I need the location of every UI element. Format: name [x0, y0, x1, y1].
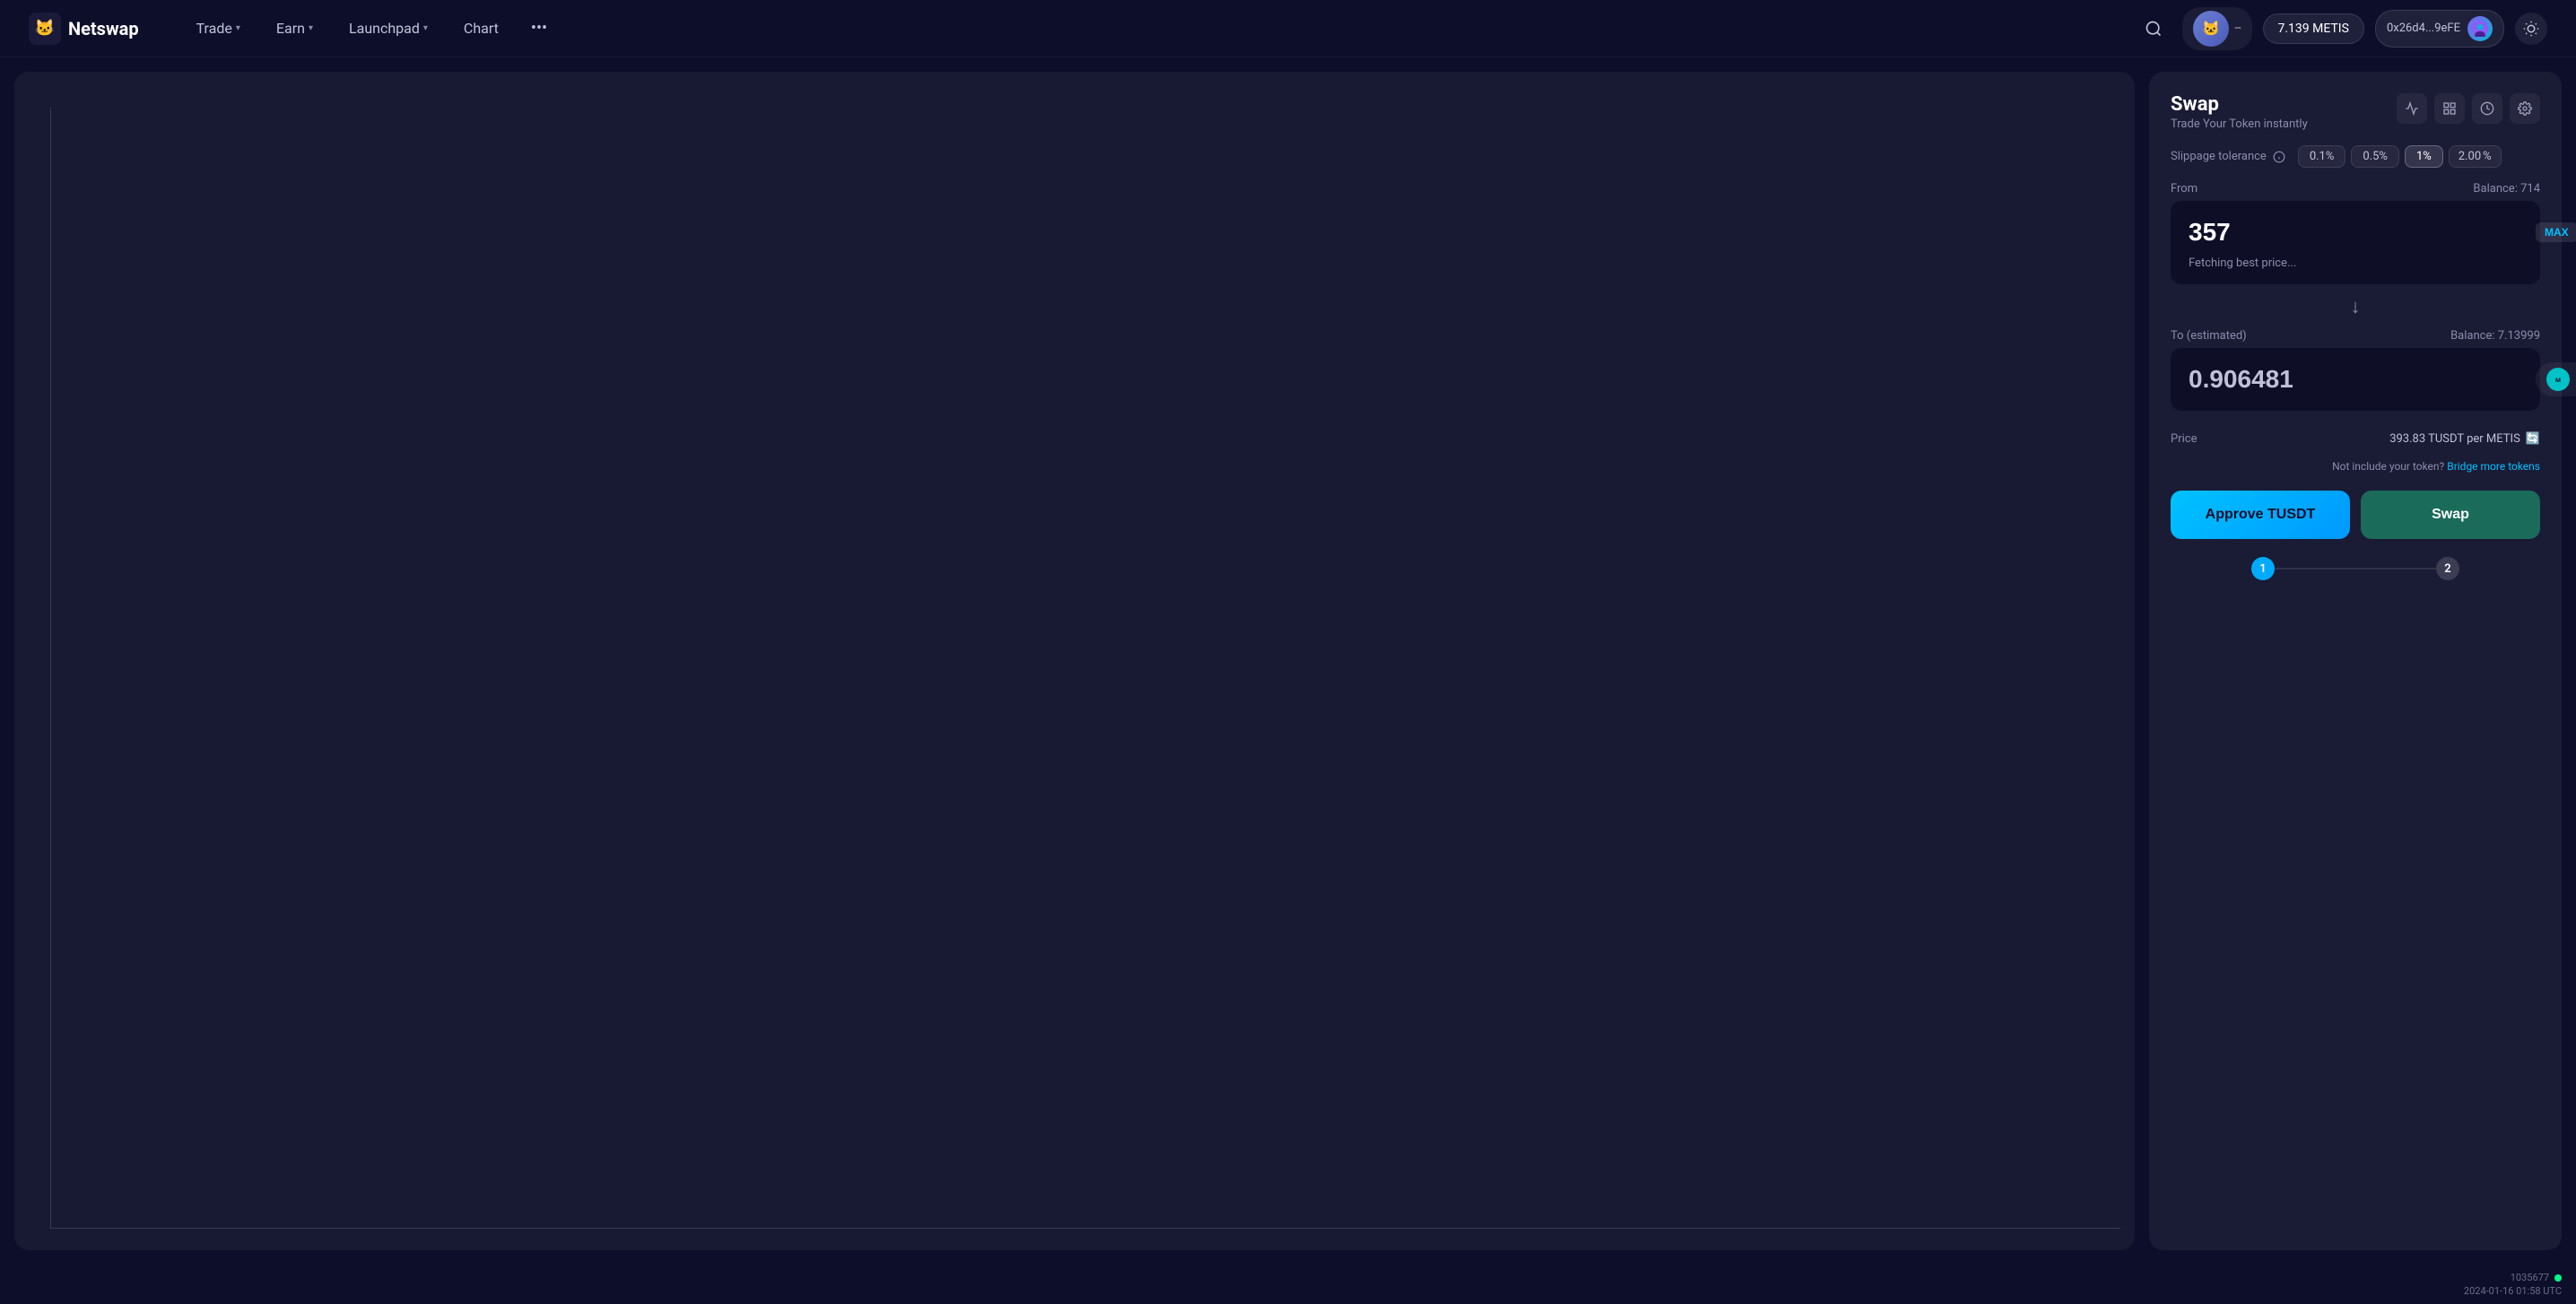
history-icon-button[interactable] — [2472, 93, 2502, 124]
step-2-dot: 2 — [2436, 557, 2459, 580]
nav-trade[interactable]: Trade ▾ — [182, 13, 255, 44]
metis-icon: M — [2546, 368, 2570, 391]
step-1-dot: 1 — [2251, 557, 2275, 580]
launchpad-chevron-icon: ▾ — [423, 23, 428, 33]
earn-chevron-icon: ▾ — [309, 23, 313, 33]
fetching-text: Fetching best price... — [2189, 256, 2522, 270]
metis-balance[interactable]: 7.139 METIS — [2263, 13, 2364, 44]
theme-toggle-button[interactable] — [2515, 13, 2547, 45]
to-input-block: M METIS ▾ — [2171, 348, 2540, 411]
logo[interactable]: 🐱 Netswap — [29, 13, 139, 45]
to-label: To (estimated) — [2171, 329, 2247, 343]
main-content: Swap Trade Your Token instantly — [0, 57, 2576, 1265]
action-buttons: Approve TUSDT Swap — [2171, 491, 2540, 539]
to-amount-input[interactable] — [2189, 365, 2525, 394]
nav-chart[interactable]: Chart — [449, 13, 513, 44]
logo-text: Netswap — [68, 18, 139, 39]
price-row: Price 393.83 TUSDT per METIS 🔄 — [2171, 432, 2540, 446]
swap-button[interactable]: Swap — [2361, 491, 2540, 539]
to-field: To (estimated) Balance: 7.13999 M METIS — [2171, 329, 2540, 411]
chart-canvas — [50, 108, 2120, 1229]
step-indicators: 1 2 — [2171, 557, 2540, 580]
to-balance: Balance: 7.13999 — [2450, 329, 2540, 343]
chart-icon-button[interactable] — [2397, 93, 2427, 124]
address-button[interactable]: 0x26d4...9eFE — [2375, 10, 2504, 48]
approve-button[interactable]: Approve TUSDT — [2171, 491, 2350, 539]
slippage-label: Slippage tolerance — [2171, 150, 2285, 163]
sync-indicator — [2554, 1274, 2562, 1282]
address-avatar — [2467, 16, 2493, 41]
bridge-link[interactable]: Bridge more tokens — [2447, 460, 2540, 473]
block-number: 1035677 — [2511, 1272, 2562, 1283]
swap-title: Swap — [2171, 93, 2308, 116]
settings-icon-button[interactable] — [2510, 93, 2540, 124]
timestamp: 2024-01-16 01:58 UTC — [2464, 1285, 2562, 1297]
trade-chevron-icon: ▾ — [236, 23, 240, 33]
swap-subtitle: Trade Your Token instantly — [2171, 117, 2308, 131]
max-button[interactable]: MAX — [2536, 222, 2576, 242]
wallet-info[interactable]: 🐱 7.139 METIS -- — [2182, 7, 2251, 50]
slippage-custom[interactable]: 2.00 % — [2449, 145, 2502, 168]
address-text: 0x26d4...9eFE — [2387, 22, 2460, 35]
nav-more-button[interactable]: ••• — [520, 12, 558, 45]
slippage-0.5[interactable]: 0.5% — [2351, 145, 2399, 168]
from-amount-input[interactable] — [2189, 218, 2525, 247]
nav-right: 🐱 7.139 METIS -- 7.139 METIS 0x26d4...9e… — [2136, 7, 2547, 50]
svg-text:M: M — [2555, 377, 2561, 384]
bottom-status: 1035677 2024-01-16 01:58 UTC — [0, 1265, 2576, 1304]
nav-earn[interactable]: Earn ▾ — [262, 13, 327, 44]
down-arrow-icon: ↓ — [2351, 295, 2361, 318]
from-balance: Balance: 714 — [2473, 182, 2540, 196]
nav-launchpad[interactable]: Launchpad ▾ — [335, 13, 442, 44]
avatar: 🐱 — [2193, 11, 2229, 47]
swap-header: Swap Trade Your Token instantly — [2171, 93, 2540, 131]
slippage-row: Slippage tolerance 0.1% 0.5% 1% 2.00 % — [2171, 145, 2540, 168]
slippage-1[interactable]: 1% — [2405, 145, 2443, 168]
refresh-icon[interactable]: 🔄 — [2526, 432, 2540, 446]
slippage-options: 0.1% 0.5% 1% 2.00 % — [2298, 145, 2502, 168]
bridge-text-row: Not include your token? Bridge more toke… — [2171, 460, 2540, 473]
from-field: From Balance: 714 MAX T TUSDT ▾ Fetching… — [2171, 182, 2540, 284]
chart-panel — [14, 72, 2135, 1250]
nav-items: Trade ▾ Earn ▾ Launchpad ▾ Chart ••• — [182, 12, 2122, 45]
wallet-dash-text: -- — [2234, 22, 2241, 35]
slippage-0.1[interactable]: 0.1% — [2298, 145, 2346, 168]
navbar: 🐱 Netswap Trade ▾ Earn ▾ Launchpad ▾ Cha… — [0, 0, 2576, 57]
step-line — [2275, 568, 2436, 569]
logo-icon: 🐱 — [29, 13, 61, 45]
price-value: 393.83 TUSDT per METIS — [2389, 432, 2520, 446]
price-label: Price — [2171, 432, 2197, 446]
search-button[interactable] — [2136, 11, 2171, 47]
from-input-block: MAX T TUSDT ▾ Fetching best price... — [2171, 201, 2540, 284]
token-icon-button[interactable] — [2434, 93, 2465, 124]
swap-direction[interactable]: ↓ — [2171, 295, 2540, 318]
to-token-selector[interactable]: M METIS ▾ — [2536, 362, 2576, 396]
swap-panel: Swap Trade Your Token instantly — [2149, 72, 2562, 1250]
from-label: From — [2171, 182, 2197, 196]
swap-action-icons — [2397, 93, 2540, 124]
